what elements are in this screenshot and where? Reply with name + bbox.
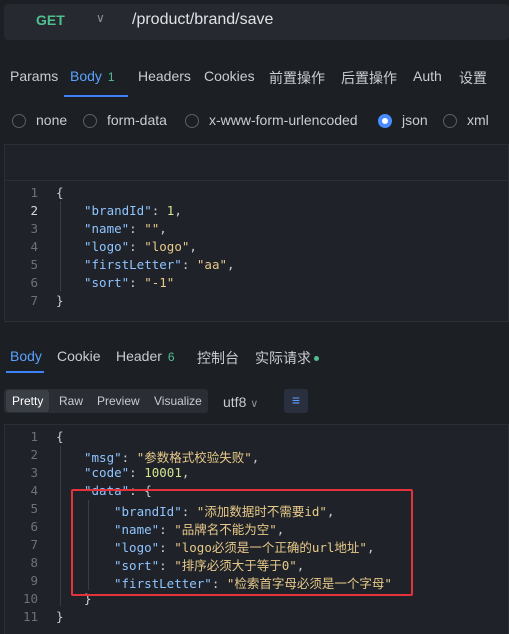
encoding-label: utf8	[223, 394, 247, 410]
tab-headers[interactable]: Headers	[138, 68, 191, 84]
code-line: "brandId": 1,	[84, 203, 182, 218]
tab-auth[interactable]: Auth	[413, 68, 442, 84]
line-number: 7	[30, 537, 38, 552]
radio-label: form-data	[107, 112, 167, 128]
indent-guide	[60, 446, 61, 606]
radio-none[interactable]: none	[12, 112, 67, 128]
tab-body[interactable]: Body 1	[70, 68, 115, 84]
line-number: 4	[30, 239, 38, 254]
tab-label: Cookies	[204, 68, 255, 84]
code-line: }	[56, 609, 64, 624]
radio-selected-icon	[378, 114, 392, 128]
request-body-editor[interactable]	[4, 180, 509, 322]
visualize-button[interactable]: Visualize	[154, 394, 202, 408]
tab-label: Cookie	[57, 348, 101, 364]
editor-toolbar	[4, 144, 509, 180]
line-number: 11	[22, 609, 38, 624]
radio-x-www-form-urlencoded[interactable]: x-www-form-urlencoded	[185, 112, 358, 128]
tab-settings[interactable]: 设置	[459, 68, 487, 88]
radio-circle-icon	[443, 114, 457, 128]
tab-count-badge: 6	[167, 350, 175, 364]
line-number: 1	[30, 429, 38, 444]
encoding-select[interactable]: utf8 ∨	[223, 394, 258, 410]
line-number: 4	[30, 483, 38, 498]
radio-json[interactable]: json	[378, 112, 428, 128]
radio-circle-icon	[185, 114, 199, 128]
code-line: "logo": "logo",	[84, 239, 197, 254]
tab-label: Header	[116, 348, 162, 364]
method-select[interactable]: GET	[36, 12, 65, 28]
tab-count-badge: 1	[107, 70, 115, 84]
response-tab-cookie[interactable]: Cookie	[57, 348, 101, 364]
tab-cookies[interactable]: Cookies	[204, 68, 255, 84]
tab-label: 控制台	[197, 350, 239, 366]
tab-label: Body	[10, 348, 42, 364]
response-tab-actual-request[interactable]: 实际请求	[255, 348, 319, 368]
tab-label: Body	[70, 68, 102, 84]
response-tab-header[interactable]: Header 6	[116, 348, 175, 364]
format-button-group: Pretty Raw Preview Visualize	[4, 389, 208, 413]
pretty-button[interactable]: Pretty	[6, 390, 50, 412]
code-line: "name": "",	[84, 221, 167, 236]
request-tabs: Params Body 1 Headers Cookies 前置操作 后置操作 A…	[0, 64, 509, 96]
response-tab-body[interactable]: Body	[10, 348, 42, 364]
line-number: 1	[30, 185, 38, 200]
tab-pre-script[interactable]: 前置操作	[269, 68, 325, 88]
radio-xml[interactable]: xml	[443, 112, 489, 128]
radio-form-data[interactable]: form-data	[83, 112, 167, 128]
code-line: }	[56, 293, 64, 308]
active-tab-indicator	[64, 95, 128, 97]
line-number: 2	[30, 203, 38, 218]
code-line: {	[56, 185, 64, 200]
radio-circle-icon	[12, 114, 26, 128]
line-number: 5	[30, 257, 38, 272]
radio-circle-icon	[83, 114, 97, 128]
tab-label: Auth	[413, 68, 442, 84]
code-line: "code": 10001,	[84, 465, 190, 480]
radio-label: json	[402, 112, 428, 128]
line-number: 8	[30, 555, 38, 570]
tab-label: Headers	[138, 68, 191, 84]
line-number: 10	[22, 591, 38, 606]
line-number: 3	[30, 465, 38, 480]
indent-guide	[60, 201, 61, 291]
tab-post-script[interactable]: 后置操作	[341, 68, 397, 88]
line-number: 6	[30, 519, 38, 534]
active-response-tab-indicator	[6, 371, 44, 373]
url-input[interactable]: /product/brand/save	[132, 11, 273, 29]
radio-label: x-www-form-urlencoded	[209, 112, 358, 128]
code-line: "firstLetter": "aa",	[84, 257, 235, 272]
radio-label: none	[36, 112, 68, 128]
tab-label: 实际请求	[255, 350, 311, 366]
tab-label: 前置操作	[269, 70, 325, 86]
highlight-annotation-box	[71, 489, 413, 596]
raw-button[interactable]: Raw	[59, 394, 83, 408]
line-number: 5	[30, 501, 38, 516]
code-line: {	[56, 429, 64, 444]
response-tab-console[interactable]: 控制台	[197, 348, 239, 368]
line-number: 7	[30, 293, 38, 308]
tab-label: 设置	[459, 70, 487, 86]
chevron-down-icon: ∨	[250, 398, 259, 410]
line-number: 6	[30, 275, 38, 290]
status-dot-icon	[314, 356, 319, 361]
body-type-radios: none form-data x-www-form-urlencoded jso…	[0, 108, 509, 136]
code-line: "msg": "参数格式校验失败",	[84, 450, 260, 465]
tab-params[interactable]: Params	[10, 68, 58, 84]
line-number: 9	[30, 573, 38, 588]
tab-label: Params	[10, 68, 59, 84]
wrap-icon: ≡	[291, 392, 301, 408]
tab-label: 后置操作	[341, 70, 397, 86]
chevron-down-icon[interactable]: ∨	[96, 11, 105, 25]
preview-button[interactable]: Preview	[97, 394, 140, 408]
code-line: "sort": "-1"	[84, 275, 175, 290]
wrap-lines-button[interactable]: ≡	[284, 389, 308, 413]
line-number: 3	[30, 221, 38, 236]
line-number: 2	[30, 447, 38, 462]
radio-label: xml	[467, 112, 489, 128]
